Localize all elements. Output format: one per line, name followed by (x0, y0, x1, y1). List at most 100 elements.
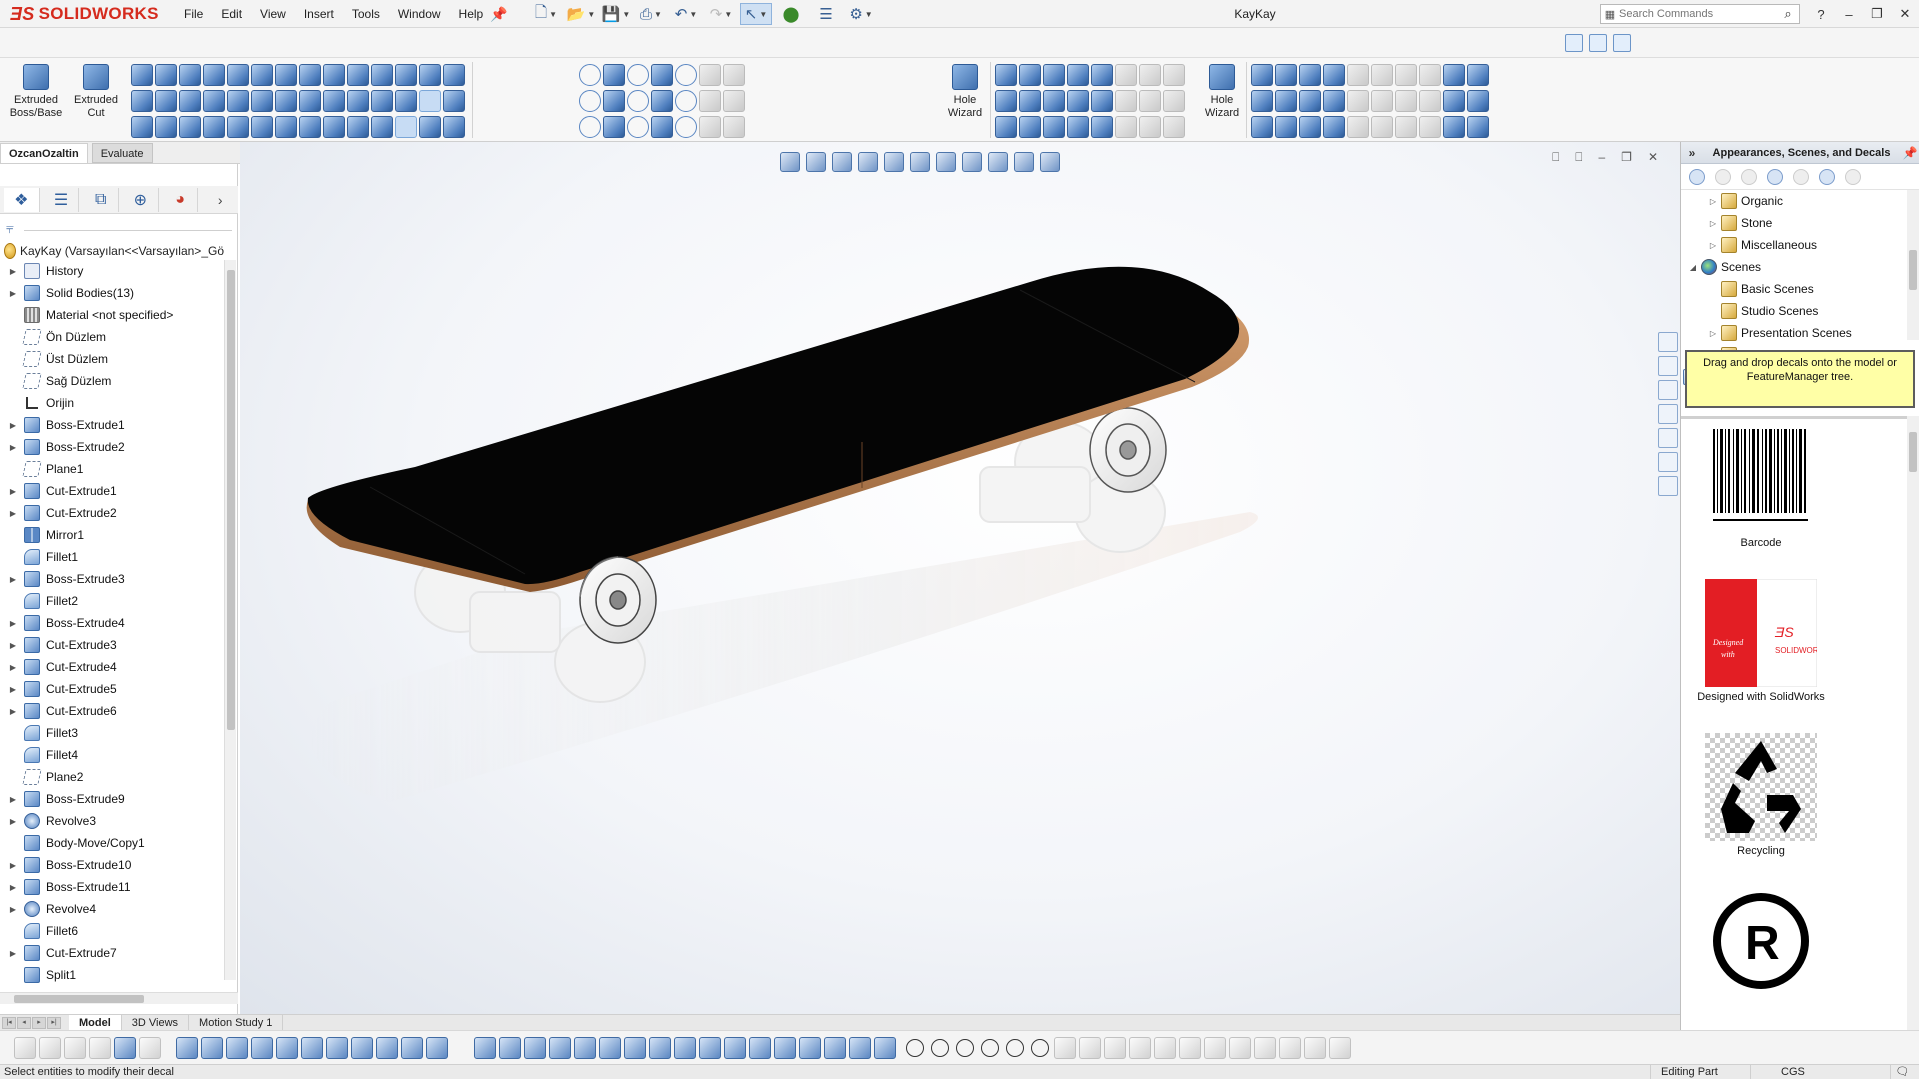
ribbon-tool-icon[interactable] (1115, 64, 1137, 86)
ribbon-tool-icon[interactable] (1275, 116, 1297, 138)
ribbon-tool-icon[interactable] (1163, 90, 1185, 112)
ribbon-tool-icon[interactable] (371, 116, 393, 138)
ribbon-tool-icon[interactable] (299, 64, 321, 86)
expand-arrow-icon[interactable]: ▷ (1707, 197, 1719, 206)
toolbar-tool-icon[interactable] (301, 1037, 323, 1059)
help-icon[interactable]: ? (1813, 7, 1829, 22)
toolbar-tool-icon[interactable] (114, 1037, 136, 1059)
expand-arrow-icon[interactable]: ▶ (6, 641, 20, 650)
feature-tree-scrollbar[interactable] (224, 260, 236, 980)
forward-icon[interactable] (1715, 168, 1731, 185)
next-tab-icon[interactable]: ▸ (32, 1016, 46, 1029)
ribbon-tool-icon[interactable] (1467, 116, 1489, 138)
ribbon-tool-icon[interactable] (1091, 116, 1113, 138)
ribbon-tool-icon[interactable] (251, 116, 273, 138)
toolbar-tool-icon[interactable] (139, 1037, 161, 1059)
ribbon-tool-icon[interactable] (627, 64, 649, 86)
ribbon-tool-icon[interactable] (651, 116, 673, 138)
expand-arrow-icon[interactable]: ▶ (6, 421, 20, 430)
ribbon-tool-icon[interactable] (1419, 64, 1441, 86)
ribbon-tool-icon[interactable] (419, 90, 441, 112)
toolbar-tool-icon[interactable] (1154, 1037, 1176, 1059)
ribbon-tool-icon[interactable] (675, 90, 697, 112)
ribbon-tool-icon[interactable] (651, 90, 673, 112)
toolbar-tool-icon[interactable] (351, 1037, 373, 1059)
ribbon-tool-icon[interactable] (651, 64, 673, 86)
status-help-icon[interactable]: 🗨 (1890, 1065, 1914, 1079)
task-icon-1[interactable] (1565, 34, 1583, 52)
ribbon-tool-icon[interactable] (995, 90, 1017, 112)
search-input[interactable] (1619, 8, 1777, 20)
rebuild-button[interactable]: ⬤ (775, 3, 807, 25)
hole-wizard-button-1[interactable]: Hole Wizard (935, 64, 995, 136)
tree-item[interactable]: Fillet3 (0, 722, 222, 744)
ribbon-tool-icon[interactable] (1371, 116, 1393, 138)
toolbar-tool-icon[interactable] (176, 1037, 198, 1059)
appearance-tree-item[interactable]: ◢ Scenes (1681, 256, 1907, 278)
tree-item[interactable]: Plane2 (0, 766, 222, 788)
custom-properties-tab-icon[interactable] (1658, 452, 1678, 472)
ribbon-tool-icon[interactable] (275, 116, 297, 138)
tree-item[interactable]: ▶ Boss-Extrude10 (0, 854, 222, 876)
tree-item[interactable]: Plane1 (0, 458, 222, 480)
ribbon-tool-icon[interactable] (1067, 90, 1089, 112)
ribbon-tool-icon[interactable] (1419, 90, 1441, 112)
appearance-tree-item[interactable]: ▷ Presentation Scenes (1681, 322, 1907, 344)
tree-item[interactable]: ▶ Cut-Extrude5 (0, 678, 222, 700)
view-orientation-icon[interactable] (910, 152, 930, 172)
appearance-tree-item[interactable]: Basic Scenes (1681, 278, 1907, 300)
expand-arrow-icon[interactable]: ▶ (6, 267, 20, 276)
ribbon-tool-icon[interactable] (323, 64, 345, 86)
ribbon-tool-icon[interactable] (1395, 116, 1417, 138)
ribbon-tool-icon[interactable] (1115, 90, 1137, 112)
toolbar-tool-icon[interactable] (499, 1037, 521, 1059)
solidworks-logo[interactable]: ƎS SOLIDWORKS (10, 3, 159, 25)
ribbon-tool-icon[interactable] (419, 64, 441, 86)
section-view-icon[interactable] (858, 152, 878, 172)
part-root-node[interactable]: KayKay (Varsayılan<<Varsayılan>_Gö (4, 242, 224, 260)
ribbon-tool-icon[interactable] (1043, 64, 1065, 86)
expand-arrow-icon[interactable]: ▶ (6, 487, 20, 496)
feature-tree-hscrollbar[interactable] (0, 992, 238, 1004)
toolbar-tool-icon[interactable] (89, 1037, 111, 1059)
ribbon-tool-icon[interactable] (1323, 116, 1345, 138)
menu-edit[interactable]: Edit (212, 0, 251, 28)
bottom-tab-model[interactable]: Model (69, 1014, 122, 1031)
search-icon[interactable]: ⌕ (1777, 6, 1799, 22)
task-pane-pin-icon[interactable]: 📌 (1900, 146, 1919, 160)
expand-arrow-icon[interactable]: ▶ (6, 685, 20, 694)
ribbon-tool-icon[interactable] (1347, 64, 1369, 86)
refresh-icon[interactable] (1819, 168, 1835, 185)
ribbon-tool-icon[interactable] (347, 90, 369, 112)
ribbon-tool-icon[interactable] (579, 116, 601, 138)
forum-tab-icon[interactable] (1658, 476, 1678, 496)
toolbar-tool-icon[interactable] (749, 1037, 771, 1059)
ribbon-tool-icon[interactable] (1091, 64, 1113, 86)
tree-item[interactable]: Üst Düzlem (0, 348, 222, 370)
toolbar-tool-icon[interactable] (824, 1037, 846, 1059)
ribbon-tool-icon[interactable] (1299, 116, 1321, 138)
toolbar-tool-icon[interactable] (1279, 1037, 1301, 1059)
new-document-button[interactable]: 🗋 ▼ (530, 3, 562, 25)
ribbon-tool-icon[interactable] (995, 116, 1017, 138)
ribbon-tool-icon[interactable] (179, 90, 201, 112)
toolbar-tool-icon[interactable] (201, 1037, 223, 1059)
expand-arrow-icon[interactable]: ▶ (6, 509, 20, 518)
dynamic-annotation-icon[interactable] (884, 152, 904, 172)
ribbon-tool-icon[interactable] (723, 116, 745, 138)
ribbon-tool-icon[interactable] (371, 90, 393, 112)
expand-arrow-icon[interactable]: ▶ (6, 707, 20, 716)
ribbon-tool-icon[interactable] (1467, 64, 1489, 86)
tab-ozcanozaltin[interactable]: OzcanOzaltin (0, 143, 88, 163)
appearances-tab-icon[interactable] (1658, 428, 1678, 448)
toolbar-tool-icon[interactable] (64, 1037, 86, 1059)
extruded-cut-button[interactable]: Extruded Cut (66, 64, 126, 136)
ribbon-tool-icon[interactable] (443, 64, 465, 86)
ribbon-tool-icon[interactable] (395, 116, 417, 138)
toolbar-tool-icon[interactable] (276, 1037, 298, 1059)
tree-item[interactable]: Material <not specified> (0, 304, 222, 326)
select-button[interactable]: ↖ ▼ (740, 3, 772, 25)
display-manager-icon[interactable]: ◕ (163, 187, 199, 212)
up-icon[interactable] (1845, 168, 1861, 185)
ribbon-tool-icon[interactable] (179, 64, 201, 86)
